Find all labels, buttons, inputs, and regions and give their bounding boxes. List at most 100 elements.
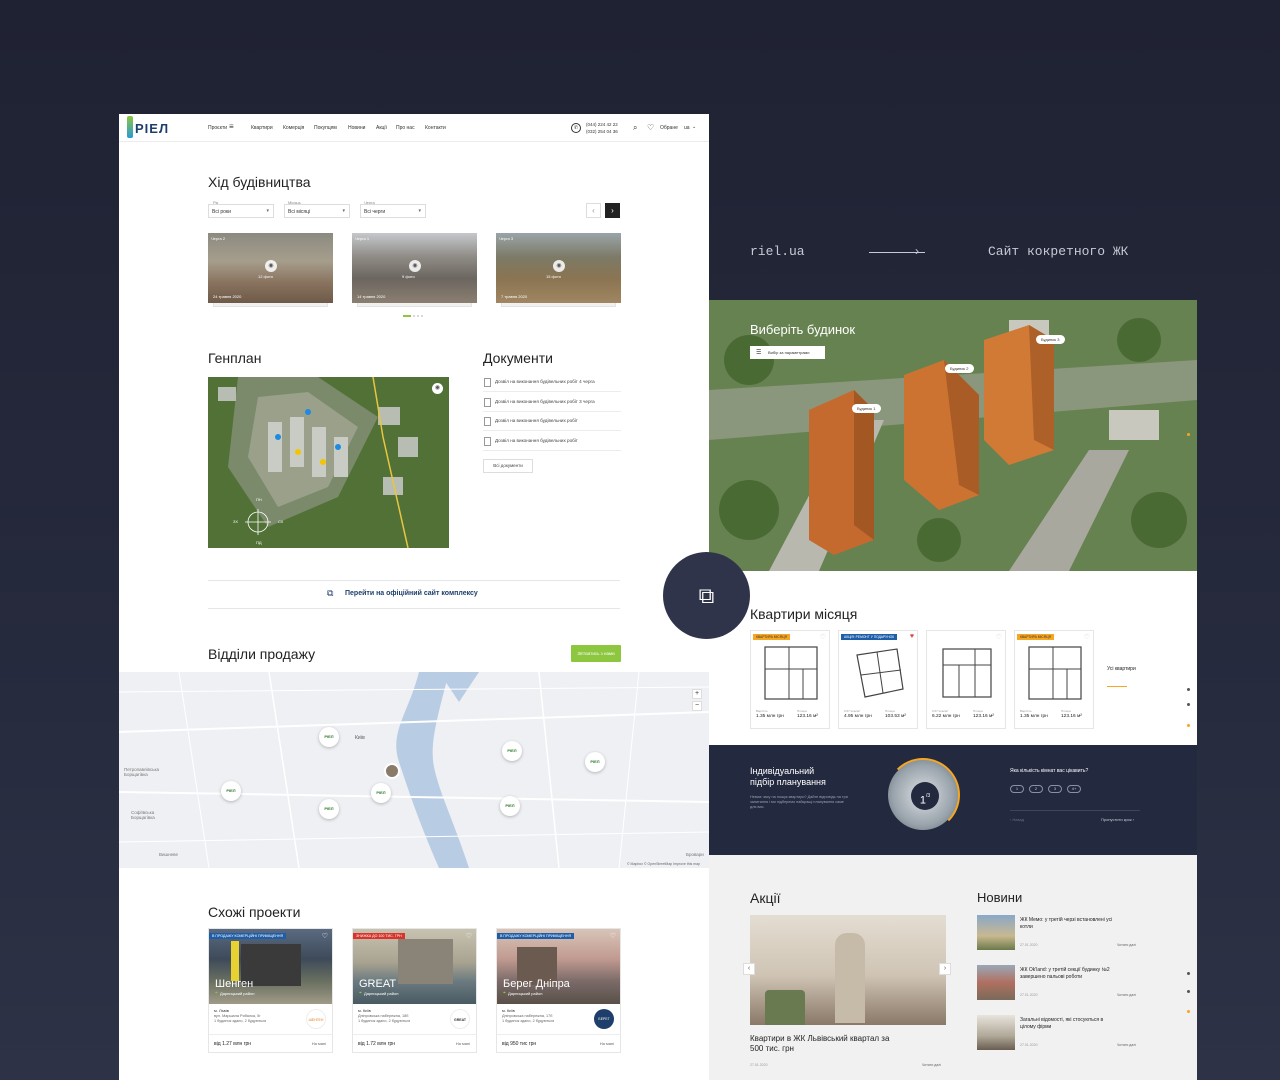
apartment-card[interactable]: КВАРТИРА МІСЯЦЯ ♡ Вартість 1.35 млн грн … xyxy=(750,630,830,729)
promo-prev-button[interactable]: ‹ xyxy=(743,963,755,975)
office-pin[interactable]: РІЕЛ xyxy=(371,783,391,803)
menu-icon[interactable]: ≡ xyxy=(229,122,234,131)
search-icon[interactable]: ⌕ xyxy=(633,123,637,133)
section-dot[interactable] xyxy=(1187,703,1190,706)
office-pin[interactable]: РІЕЛ xyxy=(319,727,339,747)
section-dot-active[interactable] xyxy=(1187,724,1190,727)
office-pin[interactable]: РІЕЛ xyxy=(500,796,520,816)
all-documents-button[interactable]: Всі документи xyxy=(483,459,533,473)
promo-read-more[interactable]: Читати далі xyxy=(922,1063,941,1067)
filter-stage-select[interactable]: Всі черги ▾ xyxy=(360,204,426,218)
logo[interactable]: РІЕЛ xyxy=(135,121,169,136)
apartment-card[interactable]: ♡ 0.67 млн/м² 6.22 млн грн Площа 123.16 … xyxy=(926,630,1006,729)
heart-icon[interactable]: ♡ xyxy=(322,932,328,940)
phone-2[interactable]: (032) 254 04 36 xyxy=(586,128,618,135)
news-read-more[interactable]: Читати далі xyxy=(1117,943,1136,947)
external-link-icon[interactable]: ⧉ xyxy=(663,552,750,639)
nav-commerce[interactable]: Комерція xyxy=(283,125,304,131)
nav-promos[interactable]: Акції xyxy=(376,125,387,131)
heart-icon[interactable]: ♡ xyxy=(1084,633,1090,641)
office-photo-marker[interactable] xyxy=(384,763,400,779)
section-dot[interactable] xyxy=(1187,972,1190,975)
rooms-option-3[interactable]: 3 xyxy=(1048,785,1062,793)
news-item[interactable]: Загальні відомості, які стосуються в ціл… xyxy=(977,1015,1187,1055)
contact-us-button[interactable]: Зв'язатись з нами xyxy=(571,645,621,662)
language-select[interactable]: ua xyxy=(684,125,690,131)
nav-projects[interactable]: Проєкти xyxy=(208,125,227,131)
office-pin[interactable]: РІЕЛ xyxy=(221,781,241,801)
filter-params-button[interactable]: ☰ Вибір за параметрами xyxy=(750,346,825,359)
office-pin[interactable]: РІЕЛ xyxy=(319,799,339,819)
carousel-dot[interactable] xyxy=(413,315,415,317)
apartment-card[interactable]: КВАРТИРА МІСЯЦЯ ♡ Вартість 1.35 млн грн … xyxy=(1014,630,1094,729)
document-link[interactable]: Дозвіл на виконання будівельних робіт 4 … xyxy=(483,373,621,392)
building-selector-hero[interactable]: Виберіть будинок ☰ Вибір за параметрами … xyxy=(709,300,1197,571)
nav-contacts[interactable]: Контакти xyxy=(425,125,446,131)
arrow-right-icon[interactable] xyxy=(1107,686,1127,687)
all-apartments-link[interactable]: Усі квартири xyxy=(1107,665,1137,673)
construction-photo[interactable]: Черга 2 ◉ 12 фото 24 травня 2020 xyxy=(208,233,333,303)
news-read-more[interactable]: Читати далі xyxy=(1117,1043,1136,1047)
promo-caption[interactable]: Квартири в ЖК Львівський квартал за 500 … xyxy=(750,1034,900,1054)
camera-icon[interactable]: ◉ xyxy=(432,383,443,394)
document-link[interactable]: Дозвіл на виконання будівельних робіт 3 … xyxy=(483,393,621,412)
show-on-map-link[interactable]: На мапі xyxy=(600,1041,614,1046)
heart-icon[interactable]: ♡ xyxy=(466,932,472,940)
next-arrow-button[interactable]: › xyxy=(605,203,620,218)
nav-apartments[interactable]: Квартири xyxy=(251,125,273,131)
nav-about[interactable]: Про нас xyxy=(396,125,415,131)
sales-map[interactable]: Київ Петропавлівська Борщагівка Софіївсь… xyxy=(119,672,709,868)
heart-icon[interactable]: ♡ xyxy=(996,633,1002,641)
project-card[interactable]: В ПРОДАЖУ КОМЕРЦІЙНІ ПРИМІЩЕННЯ ♡ Берег … xyxy=(496,928,621,1053)
news-item[interactable]: ЖК Мемо: у третій черзі встановлені усі … xyxy=(977,915,1187,955)
office-pin[interactable]: РІЕЛ xyxy=(502,741,522,761)
section-dot[interactable] xyxy=(1187,990,1190,993)
news-read-more[interactable]: Читати далі xyxy=(1117,993,1136,997)
document-link[interactable]: Дозвіл на виконання будівельних робіт xyxy=(483,412,621,431)
section-dot-active[interactable] xyxy=(1187,433,1190,436)
rooms-option-1[interactable]: 1 xyxy=(1010,785,1024,793)
rooms-option-2[interactable]: 2 xyxy=(1029,785,1043,793)
zoom-in-button[interactable]: + xyxy=(692,689,702,699)
skip-step-button[interactable]: Пропустити крок › xyxy=(1101,817,1134,822)
show-on-map-link[interactable]: На мапі xyxy=(312,1041,326,1046)
carousel-dot-active[interactable] xyxy=(403,315,411,317)
construction-photo[interactable]: Черга 3 ◉ 15 фото 7 травня 2020 xyxy=(496,233,621,303)
section-dot[interactable] xyxy=(1187,688,1190,691)
building-label-3[interactable]: Будинок 3 xyxy=(1036,335,1065,344)
construction-photo[interactable]: Черга 1 ◉ 9 фото 14 травня 2020 xyxy=(352,233,477,303)
genplan-map[interactable]: ПН ПД СХ ЗХ ◉ xyxy=(208,377,449,548)
back-button[interactable]: ‹ Назад xyxy=(1010,817,1024,822)
promo-next-button[interactable]: › xyxy=(939,963,951,975)
heart-icon[interactable]: ♡ xyxy=(647,123,654,132)
heart-filled-icon[interactable]: ♥ xyxy=(910,633,914,640)
document-link[interactable]: Дозвіл на виконання будівельних робіт xyxy=(483,432,621,451)
building-label-2[interactable]: Будинок 2 xyxy=(945,364,974,373)
carousel-dot[interactable] xyxy=(417,315,419,317)
favorites-label[interactable]: Обране xyxy=(660,125,678,131)
phone-numbers[interactable]: (044) 224 42 22 (032) 254 04 36 xyxy=(586,121,618,135)
phone-1[interactable]: (044) 224 42 22 xyxy=(586,121,618,128)
prev-arrow-button[interactable]: ‹ xyxy=(586,203,601,218)
official-site-link[interactable]: Перейти на офіційний сайт комплексу xyxy=(345,590,478,597)
apartment-card[interactable]: АКЦІЯ: РЕМОНТ У ПОДАРУНОК ♥ 0.67 млн/м² … xyxy=(838,630,918,729)
building-label-1[interactable]: Будинок 1 xyxy=(852,404,881,413)
rooms-option-4plus[interactable]: 4+ xyxy=(1067,785,1081,793)
carousel-dot[interactable] xyxy=(421,315,423,317)
filter-year-select[interactable]: Всі роки ▾ xyxy=(208,204,274,218)
heart-icon[interactable]: ♡ xyxy=(820,633,826,641)
external-link-icon[interactable]: ⧉ xyxy=(327,588,333,599)
section-dot-active[interactable] xyxy=(1187,1010,1190,1013)
chevron-down-icon[interactable]: ⌄ xyxy=(692,124,696,130)
news-item[interactable]: ЖК Ok'land: у третій секції будинку №2 з… xyxy=(977,965,1187,1005)
show-on-map-link[interactable]: На мапі xyxy=(456,1041,470,1046)
filter-month-select[interactable]: Всі місяці ▾ xyxy=(284,204,350,218)
project-card[interactable]: В ПРОДАЖУ КОМЕРЦІЙНІ ПРИМІЩЕННЯ ♡ Шенген… xyxy=(208,928,333,1053)
promo-image[interactable] xyxy=(750,915,946,1025)
nav-buyers[interactable]: Покупцям xyxy=(314,125,337,131)
zoom-out-button[interactable]: − xyxy=(692,701,702,711)
heart-icon[interactable]: ♡ xyxy=(610,932,616,940)
office-pin[interactable]: РІЕЛ xyxy=(585,752,605,772)
project-card[interactable]: ЗНИЖКА ДО 100 ТИС. ГРН ♡ GREAT ⌖ Дарниць… xyxy=(352,928,477,1053)
nav-news[interactable]: Новини xyxy=(348,125,365,131)
